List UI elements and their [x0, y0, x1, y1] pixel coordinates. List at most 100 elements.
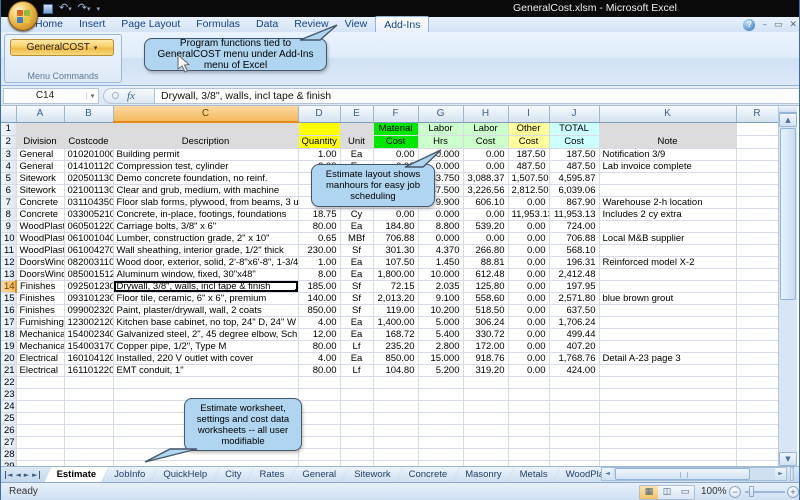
cell[interactable]: [736, 232, 778, 244]
cell[interactable]: General: [16, 148, 64, 160]
cell[interactable]: [736, 196, 778, 208]
cell[interactable]: Carriage bolts, 3/8" x 6": [113, 220, 298, 232]
header-cell[interactable]: [64, 122, 113, 135]
cell[interactable]: [599, 268, 736, 280]
undo-icon[interactable]: ↶▾: [59, 1, 72, 16]
cell[interactable]: 1.00: [298, 148, 340, 160]
cell[interactable]: Concrete, in-place, footings, foundation…: [113, 208, 298, 220]
cell[interactable]: [599, 448, 736, 460]
cell[interactable]: Lumber, construction grade, 2" x 10": [113, 232, 298, 244]
cell[interactable]: [373, 400, 418, 412]
cell[interactable]: 230.00: [298, 244, 340, 256]
cell[interactable]: [418, 448, 463, 460]
cell[interactable]: blue brown grout: [599, 292, 736, 304]
cell[interactable]: 033005210: [64, 208, 113, 220]
cell[interactable]: 099002320: [64, 304, 113, 316]
row-header[interactable]: 1: [1, 122, 16, 135]
name-box-dropdown-icon[interactable]: ▾: [86, 92, 98, 100]
cell[interactable]: [736, 256, 778, 268]
tab-view[interactable]: View: [337, 17, 376, 32]
restore-icon[interactable]: ▭: [774, 19, 783, 31]
cell[interactable]: [298, 376, 340, 388]
cell[interactable]: [599, 400, 736, 412]
cell[interactable]: Aluminum window, fixed, 30"x48": [113, 268, 298, 280]
cell[interactable]: Floor slab forms, plywood, from beams, 3…: [113, 196, 298, 208]
cell[interactable]: 72.15: [373, 280, 418, 292]
row-header[interactable]: 17: [1, 316, 16, 328]
column-header-R[interactable]: R: [736, 106, 778, 122]
cell[interactable]: 568.10: [549, 244, 599, 256]
cell[interactable]: 2,812.50: [508, 184, 549, 196]
cell[interactable]: Demo concrete foundation, no reinf.: [113, 172, 298, 184]
cell[interactable]: 187.50: [508, 148, 549, 160]
cell[interactable]: [736, 280, 778, 292]
header-cell[interactable]: Cost: [508, 135, 549, 148]
cell[interactable]: [736, 328, 778, 340]
cell[interactable]: 085001512: [64, 268, 113, 280]
cell[interactable]: 10.000: [418, 268, 463, 280]
page-layout-view-icon[interactable]: ◫: [658, 486, 676, 499]
cell[interactable]: [418, 436, 463, 448]
cell[interactable]: WoodPlastics: [16, 232, 64, 244]
cell[interactable]: [373, 388, 418, 400]
cell[interactable]: [508, 376, 549, 388]
cell[interactable]: Concrete: [16, 208, 64, 220]
row-header[interactable]: 6: [1, 184, 16, 196]
column-header-E[interactable]: E: [340, 106, 373, 122]
cell[interactable]: 0.00: [508, 244, 549, 256]
cell[interactable]: General: [16, 160, 64, 172]
cell[interactable]: Ea: [340, 316, 373, 328]
cell[interactable]: 0.000: [418, 232, 463, 244]
cell[interactable]: [599, 436, 736, 448]
cell[interactable]: 140.00: [298, 292, 340, 304]
cell[interactable]: [373, 436, 418, 448]
cell[interactable]: [736, 292, 778, 304]
header-cell[interactable]: [340, 122, 373, 135]
cell[interactable]: [736, 244, 778, 256]
cell[interactable]: Floor tile, ceramic, 6" x 6", premium: [113, 292, 298, 304]
cell[interactable]: 0.65: [298, 232, 340, 244]
row-header[interactable]: 27: [1, 436, 16, 448]
cell[interactable]: [16, 448, 64, 460]
cell[interactable]: 020501130: [64, 172, 113, 184]
cell[interactable]: 2.035: [418, 280, 463, 292]
cell[interactable]: 185.00: [298, 280, 340, 292]
cell[interactable]: 1,507.50: [508, 172, 549, 184]
cell[interactable]: [508, 412, 549, 424]
cell[interactable]: 306.24: [463, 316, 508, 328]
cell[interactable]: [549, 388, 599, 400]
cell[interactable]: DoorsWindows: [16, 268, 64, 280]
row-header[interactable]: 24: [1, 400, 16, 412]
close-icon[interactable]: ✕: [789, 19, 797, 31]
cell[interactable]: Copper pipe, 1/2", Type M: [113, 340, 298, 352]
cell[interactable]: 15.000: [418, 352, 463, 364]
row-header[interactable]: 11: [1, 244, 16, 256]
office-button[interactable]: [8, 1, 38, 31]
cell[interactable]: [736, 340, 778, 352]
cell[interactable]: Clear and grub, medium, with machine: [113, 184, 298, 196]
cell[interactable]: [736, 388, 778, 400]
sheet-tab-masonry[interactable]: Masonry: [453, 467, 513, 482]
column-header-J[interactable]: J: [549, 106, 599, 122]
cell[interactable]: Furnishings: [16, 316, 64, 328]
cell[interactable]: [736, 400, 778, 412]
cell[interactable]: [736, 208, 778, 220]
cell[interactable]: [736, 376, 778, 388]
save-icon[interactable]: [43, 4, 53, 14]
cell[interactable]: 197.95: [549, 280, 599, 292]
header-cell[interactable]: Quantity: [298, 135, 340, 148]
cell[interactable]: Kitchen base cabinet, no top, 24" D, 24"…: [113, 316, 298, 328]
cell[interactable]: DoorsWindows: [16, 256, 64, 268]
cell[interactable]: Notification 3/9: [599, 148, 736, 160]
row-header[interactable]: 25: [1, 412, 16, 424]
header-cell[interactable]: [298, 122, 340, 135]
cell[interactable]: Detail A-23 page 3: [599, 352, 736, 364]
column-header-A[interactable]: A: [16, 106, 64, 122]
cell[interactable]: 014101120: [64, 160, 113, 172]
page-break-view-icon[interactable]: ▭: [676, 486, 694, 499]
cell[interactable]: [64, 388, 113, 400]
cell[interactable]: 187.50: [549, 148, 599, 160]
scroll-left-icon[interactable]: ◄: [602, 468, 613, 480]
cell[interactable]: 499.44: [549, 328, 599, 340]
cell[interactable]: [298, 400, 340, 412]
